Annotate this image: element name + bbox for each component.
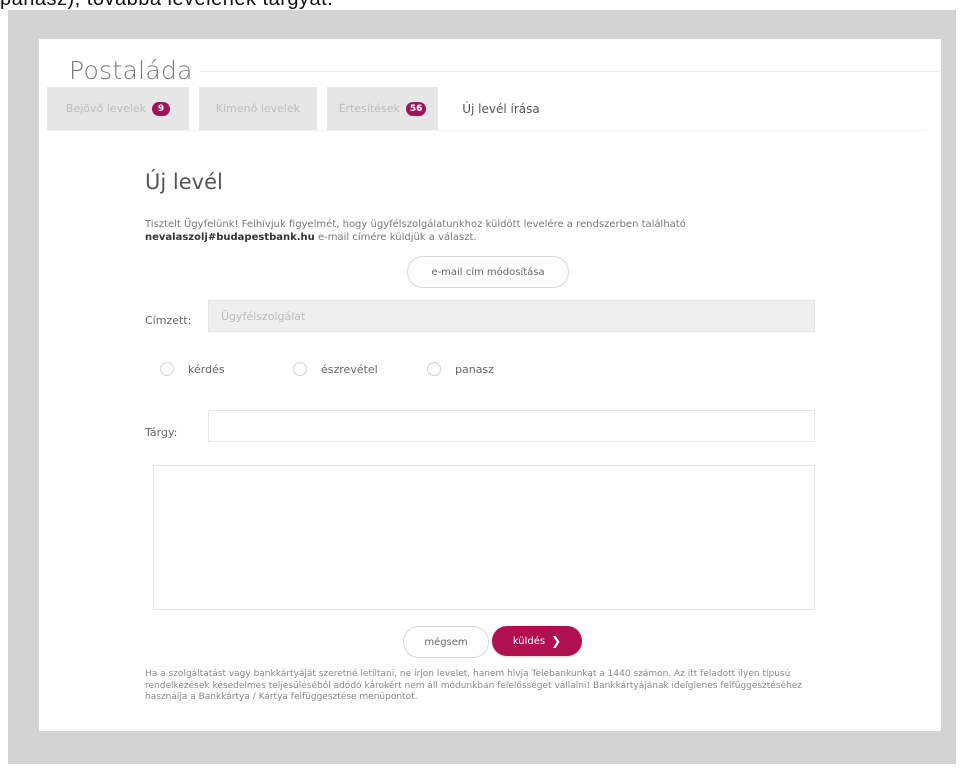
form-heading: Új levél bbox=[145, 170, 223, 194]
tab-notifications-label: Értesítések bbox=[338, 102, 400, 115]
radio-remark[interactable]: észrevétel bbox=[293, 362, 378, 376]
footer-warning-note: Ha a szolgáltatást vagy bankkártyáját sz… bbox=[145, 669, 803, 702]
email-notice: Tisztelt Ügyfelünk! Felhívjuk figyelmét,… bbox=[145, 218, 825, 244]
radio-remark-circle bbox=[293, 362, 307, 376]
tab-inbox-label: Bejövő levelek bbox=[65, 102, 147, 115]
inbox-count-badge: 9 bbox=[152, 101, 171, 116]
tab-inbox[interactable]: Bejövő levelek 9 bbox=[47, 87, 189, 130]
tab-outbox-label: Kimenő levelek bbox=[215, 102, 301, 115]
notice-text-start: Tisztelt Ügyfelünk! Felhívjuk figyelmét,… bbox=[145, 219, 686, 230]
recipient-label: Címzett: bbox=[145, 314, 192, 327]
radio-remark-label: észrevétel bbox=[321, 362, 378, 376]
tabs-divider bbox=[47, 130, 927, 131]
tab-new-message[interactable]: Új levél írása bbox=[448, 87, 554, 130]
cancel-button[interactable]: mégsem bbox=[403, 626, 489, 658]
notice-text-end: e-mail címére küldjük a választ. bbox=[317, 232, 477, 243]
subject-label: Tárgy: bbox=[145, 426, 178, 439]
tab-new-message-label: Új levél írása bbox=[462, 101, 540, 116]
notifications-count-badge: 56 bbox=[405, 101, 427, 116]
tab-notifications[interactable]: Értesítések 56 bbox=[327, 87, 438, 130]
recipient-field: Ügyfélszolgálat bbox=[208, 300, 815, 332]
radio-complaint-label: panasz bbox=[455, 362, 494, 376]
radio-complaint-circle bbox=[427, 362, 441, 376]
send-button-label: küldés bbox=[512, 635, 546, 647]
change-email-button[interactable]: e-mail cím módosítása bbox=[407, 256, 569, 288]
page-title: Postaláda bbox=[69, 56, 193, 85]
send-button[interactable]: küldés ❯ bbox=[492, 626, 582, 656]
notice-email-address: nevalaszolj#budapestbank.hu bbox=[145, 232, 315, 243]
page-caption-text: panasz), továbbá levelének tárgyát. bbox=[0, 0, 960, 10]
radio-question-circle bbox=[160, 362, 174, 376]
mailbox-panel bbox=[39, 39, 941, 731]
title-divider bbox=[200, 71, 940, 72]
tab-outbox[interactable]: Kimenő levelek bbox=[199, 87, 317, 130]
radio-question[interactable]: kérdés bbox=[160, 362, 225, 376]
subject-input[interactable] bbox=[208, 410, 815, 442]
radio-question-label: kérdés bbox=[188, 362, 225, 376]
chevron-right-icon: ❯ bbox=[551, 634, 562, 648]
radio-complaint[interactable]: panasz bbox=[427, 362, 494, 376]
message-textarea[interactable] bbox=[153, 465, 815, 610]
